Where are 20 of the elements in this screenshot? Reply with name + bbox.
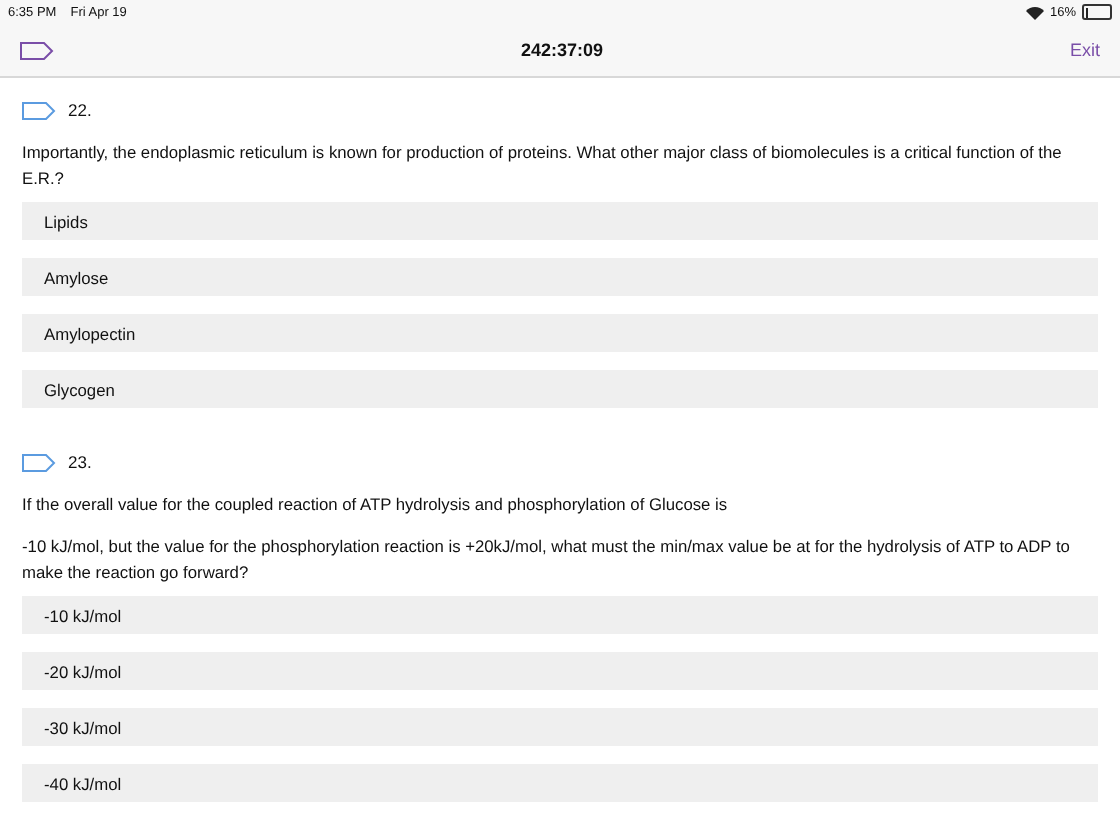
- answer-option[interactable]: -30 kJ/mol: [22, 708, 1098, 746]
- question-text: If the overall value for the coupled reaction of ATP hydrolysis and phosphorylation of Glucose is: [22, 492, 730, 518]
- battery-icon: [1082, 4, 1112, 20]
- exit-link[interactable]: Exit: [1069, 40, 1100, 60]
- answer-option[interactable]: Amylopectin: [22, 314, 1098, 352]
- wifi-icon: [1025, 5, 1044, 19]
- flag-icon[interactable]: [22, 101, 56, 119]
- answer-option[interactable]: -10 kJ/mol: [22, 596, 1098, 634]
- answer-option[interactable]: Lipids: [22, 202, 1098, 240]
- answer-option[interactable]: -20 kJ/mol: [22, 652, 1098, 690]
- flag-icon[interactable]: [20, 41, 54, 59]
- flag-icon[interactable]: [22, 453, 56, 471]
- answer-option[interactable]: -40 kJ/mol: [22, 764, 1098, 802]
- question-number: 22.: [68, 100, 92, 120]
- question-number: 23.: [68, 452, 92, 472]
- answer-option[interactable]: Amylose: [22, 258, 1098, 296]
- question-text: -10 kJ/mol, but the value for the phosphorylation reaction is +20kJ/mol, what must the min/max value be at for the hydrolysis of ATP to ADP to make the reaction go forward?: [22, 534, 1072, 586]
- answer-option[interactable]: Glycogen: [22, 370, 1098, 408]
- question-text: Importantly, the endoplasmic reticulum is known for production of proteins. What other major class of biomolecules is a critical function of the E.R.?: [22, 140, 1064, 192]
- timer: 242:37:09: [520, 40, 604, 60]
